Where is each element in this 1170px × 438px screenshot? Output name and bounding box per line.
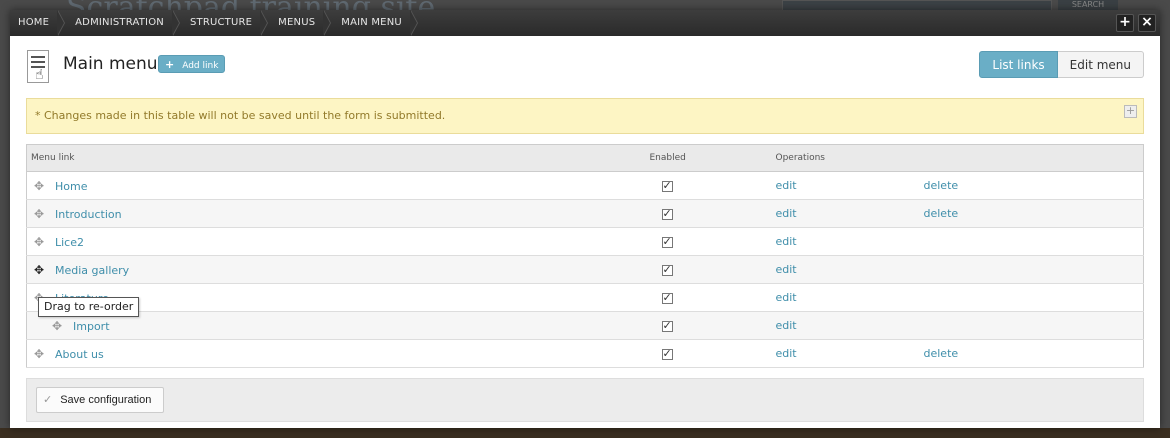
column-header-delete xyxy=(923,144,1144,172)
edit-link[interactable]: edit xyxy=(776,179,797,192)
table-header-row: Menu link Enabled Operations xyxy=(26,144,1144,172)
menu-link[interactable]: Home xyxy=(55,180,87,193)
unsaved-changes-notice: * Changes made in this table will not be… xyxy=(26,98,1144,134)
edit-link[interactable]: edit xyxy=(776,347,797,360)
breadcrumb-menus[interactable]: MENUS xyxy=(268,10,332,36)
delete-link[interactable]: delete xyxy=(924,179,959,192)
plus-icon: + xyxy=(165,58,175,71)
enabled-checkbox[interactable] xyxy=(661,235,673,248)
enabled-checkbox[interactable] xyxy=(661,347,673,360)
menu-page-icon: ☝ xyxy=(27,50,49,83)
main-content: ☝ Main menu + Add link List links Edit me… xyxy=(10,36,1160,422)
page-header: ☝ Main menu + Add link List links Edit me… xyxy=(26,36,1144,98)
menu-links-table: Menu link Enabled Operations ✥ Home edit … xyxy=(26,144,1144,368)
table-row: ✥ Lice2 edit xyxy=(26,227,1144,256)
notice-text: * Changes made in this table will not be… xyxy=(35,109,446,122)
add-link-label: Add link xyxy=(182,61,219,71)
tab-edit-menu[interactable]: Edit menu xyxy=(1057,51,1144,78)
drag-handle-icon[interactable]: ✥ xyxy=(33,207,45,221)
drag-handle-icon[interactable]: ✥ xyxy=(33,347,45,361)
drag-handle-icon[interactable]: ✥ xyxy=(51,319,63,333)
table-row: ✥ Home edit delete xyxy=(26,171,1144,200)
enabled-checkbox[interactable] xyxy=(661,291,673,304)
drag-handle-icon[interactable]: ✥ xyxy=(33,263,45,277)
expand-button[interactable]: + xyxy=(1116,14,1134,32)
drag-handle-icon[interactable]: ✥ xyxy=(33,235,45,249)
edit-link[interactable]: edit xyxy=(776,291,797,304)
menu-link[interactable]: About us xyxy=(55,348,104,361)
delete-link[interactable]: delete xyxy=(924,347,959,360)
edit-link[interactable]: edit xyxy=(776,319,797,332)
edit-link[interactable]: edit xyxy=(776,207,797,220)
table-row: ✥ Media gallery edit xyxy=(26,255,1144,284)
save-configuration-label: Save configuration xyxy=(60,394,152,406)
delete-link[interactable]: delete xyxy=(924,207,959,220)
edit-link[interactable]: edit xyxy=(776,235,797,248)
breadcrumb-main-menu[interactable]: MAIN MENU xyxy=(331,10,418,36)
column-header-menu-link: Menu link xyxy=(26,144,646,172)
edit-link[interactable]: edit xyxy=(776,263,797,276)
form-actions: ✓ Save configuration xyxy=(26,378,1144,422)
menu-link[interactable]: Media gallery xyxy=(55,264,129,277)
column-header-enabled: Enabled xyxy=(645,144,772,172)
table-row: ✥ Introduction edit delete xyxy=(26,199,1144,228)
background-footer xyxy=(0,428,1170,438)
menu-link[interactable]: Lice2 xyxy=(55,236,84,249)
notice-toggle-icon[interactable]: + xyxy=(1124,105,1137,118)
check-icon: ✓ xyxy=(43,394,53,406)
column-header-operations: Operations xyxy=(771,144,924,172)
breadcrumb-home[interactable]: HOME xyxy=(10,10,66,36)
table-row: ✥ Import edit xyxy=(26,311,1144,340)
breadcrumb-structure[interactable]: STRUCTURE xyxy=(180,10,269,36)
add-link-button[interactable]: + Add link xyxy=(158,55,226,73)
enabled-checkbox[interactable] xyxy=(661,319,673,332)
tab-list-links[interactable]: List links xyxy=(979,51,1058,78)
window-controls: + × xyxy=(1116,14,1156,32)
enabled-checkbox[interactable] xyxy=(661,179,673,192)
drag-tooltip: Drag to re-order xyxy=(38,297,140,317)
overlay-dialog: HOME ADMINISTRATION STRUCTURE MENUS MAIN… xyxy=(10,10,1160,428)
save-configuration-button[interactable]: ✓ Save configuration xyxy=(36,387,165,413)
table-row: ✥Literature edit xyxy=(26,283,1144,312)
menu-link[interactable]: Introduction xyxy=(55,208,122,221)
page-title: Main menu xyxy=(63,54,158,74)
close-button[interactable]: × xyxy=(1138,14,1156,32)
table-row: ✥ About us edit delete xyxy=(26,339,1144,368)
pointer-hand-icon: ☝ xyxy=(35,67,44,83)
menu-tabs: List links Edit menu xyxy=(979,51,1144,78)
breadcrumb-administration[interactable]: ADMINISTRATION xyxy=(65,10,180,36)
enabled-checkbox[interactable] xyxy=(661,263,673,276)
drag-handle-icon[interactable]: ✥ xyxy=(33,179,45,193)
overlay-topbar: HOME ADMINISTRATION STRUCTURE MENUS MAIN… xyxy=(10,10,1160,36)
enabled-checkbox[interactable] xyxy=(661,207,673,220)
menu-link[interactable]: Import xyxy=(73,320,110,333)
